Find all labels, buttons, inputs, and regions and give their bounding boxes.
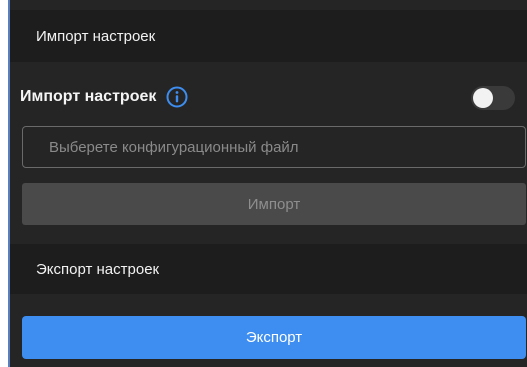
- export-button[interactable]: Экспорт: [22, 316, 526, 359]
- import-section-header: Импорт настроек: [10, 10, 527, 62]
- export-section-header: Экспорт настроек: [10, 244, 527, 294]
- info-circle-icon[interactable]: [166, 86, 188, 108]
- import-settings-row: Импорт настроек: [10, 76, 527, 118]
- import-settings-label: Импорт настроек: [20, 88, 157, 105]
- page-background: Импорт настроек Импорт настроек Импорт Э…: [0, 0, 527, 367]
- export-section-title: Экспорт настроек: [36, 260, 160, 278]
- config-file-input[interactable]: [22, 126, 526, 168]
- toggle-knob: [473, 88, 493, 108]
- import-button[interactable]: Импорт: [22, 183, 526, 225]
- import-settings-toggle[interactable]: [471, 86, 515, 110]
- import-section-title: Импорт настроек: [36, 27, 156, 45]
- settings-panel: Импорт настроек Импорт настроек Импорт Э…: [8, 0, 527, 367]
